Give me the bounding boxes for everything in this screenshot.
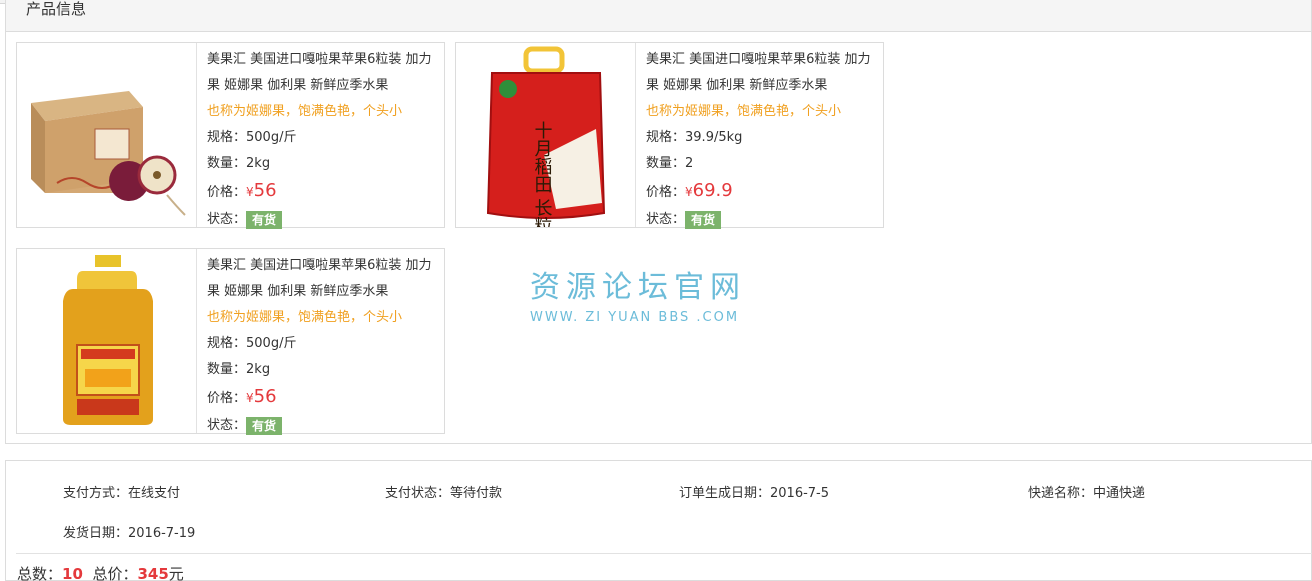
product-price: 价格：¥56 — [207, 386, 277, 407]
product-name[interactable]: 美果汇 美国进口嘎啦果苹果6粒装 加力果 姬娜果 伽利果 新鲜应季水果 — [207, 253, 442, 305]
courier-name: 快递名称：中通快递 — [1028, 486, 1146, 501]
status-badge: 有货 — [685, 210, 722, 229]
product-image-apple-box[interactable] — [17, 43, 197, 227]
svg-text:十月稻田 长粒香: 十月稻田 长粒香 — [532, 121, 553, 227]
product-card[interactable]: 美果汇 美国进口嘎啦果苹果6粒装 加力果 姬娜果 伽利果 新鲜应季水果 也称为姬… — [16, 42, 445, 229]
product-status: 状态： 有货 — [207, 413, 442, 439]
panel-header: 产品信息 — [6, 0, 1311, 32]
product-spec: 规格：39.9/5kg — [646, 130, 743, 145]
total-price: 345 — [137, 565, 169, 581]
status-badge: 有货 — [246, 210, 283, 229]
status-badge: 有货 — [246, 416, 283, 435]
product-card[interactable]: 美果汇 美国进口嘎啦果苹果6粒装 加力果 姬娜果 伽利果 新鲜应季水果 也称为姬… — [16, 248, 445, 435]
panel-title: 产品信息 — [26, 0, 87, 18]
product-image-oil-bottle[interactable] — [17, 249, 197, 433]
product-name[interactable]: 美果汇 美国进口嘎啦果苹果6粒装 加力果 姬娜果 伽利果 新鲜应季水果 — [646, 47, 881, 99]
product-price: 价格：¥69.9 — [646, 180, 733, 201]
order-created-date: 订单生成日期：2016-7-5 — [679, 486, 830, 501]
product-name[interactable]: 美果汇 美国进口嘎啦果苹果6粒装 加力果 姬娜果 伽利果 新鲜应季水果 — [207, 47, 442, 99]
total-count: 10 — [62, 565, 83, 581]
ship-date: 发货日期：2016-7-19 — [63, 526, 196, 541]
product-price: 价格：¥56 — [207, 180, 277, 201]
product-qty: 数量：2 — [646, 156, 694, 171]
product-desc: 也称为姬娜果，饱满色艳，个头小 — [207, 104, 403, 119]
product-status: 状态： 有货 — [646, 207, 881, 233]
product-qty: 数量：2kg — [207, 156, 271, 171]
pay-status: 支付状态：等待付款 — [385, 486, 503, 501]
watermark-cn: 资源论坛官网 — [530, 270, 746, 305]
product-spec: 规格：500g/斤 — [207, 130, 297, 145]
order-info-panel: 支付方式：在线支付 支付状态：等待付款 订单生成日期：2016-7-5 快递名称… — [5, 460, 1312, 581]
product-panel: 产品信息 美果汇 美国进口嘎啦果苹果6粒装 加力果 姬娜果 伽利果 新鲜应季水果… — [5, 0, 1312, 444]
product-qty: 数量：2kg — [207, 362, 271, 377]
order-totals: 总数：10 总价：345元 — [17, 565, 184, 581]
product-desc: 也称为姬娜果，饱满色艳，个头小 — [646, 104, 842, 119]
product-status: 状态： 有货 — [207, 207, 442, 233]
pay-method: 支付方式：在线支付 — [63, 486, 181, 501]
product-image-rice-bag[interactable]: 十月稻田 长粒香 — [456, 43, 636, 227]
watermark-en: WWW. ZI YUAN BBS .COM — [530, 310, 740, 325]
product-desc: 也称为姬娜果，饱满色艳，个头小 — [207, 310, 403, 325]
divider — [16, 553, 1312, 554]
watermark: 资源论坛官网 WWW. ZI YUAN BBS .COM — [530, 262, 746, 325]
product-card[interactable]: 十月稻田 长粒香 美果汇 美国进口嘎啦果苹果6粒装 加力果 姬娜果 伽利果 新鲜… — [455, 42, 884, 229]
product-spec: 规格：500g/斤 — [207, 336, 297, 351]
